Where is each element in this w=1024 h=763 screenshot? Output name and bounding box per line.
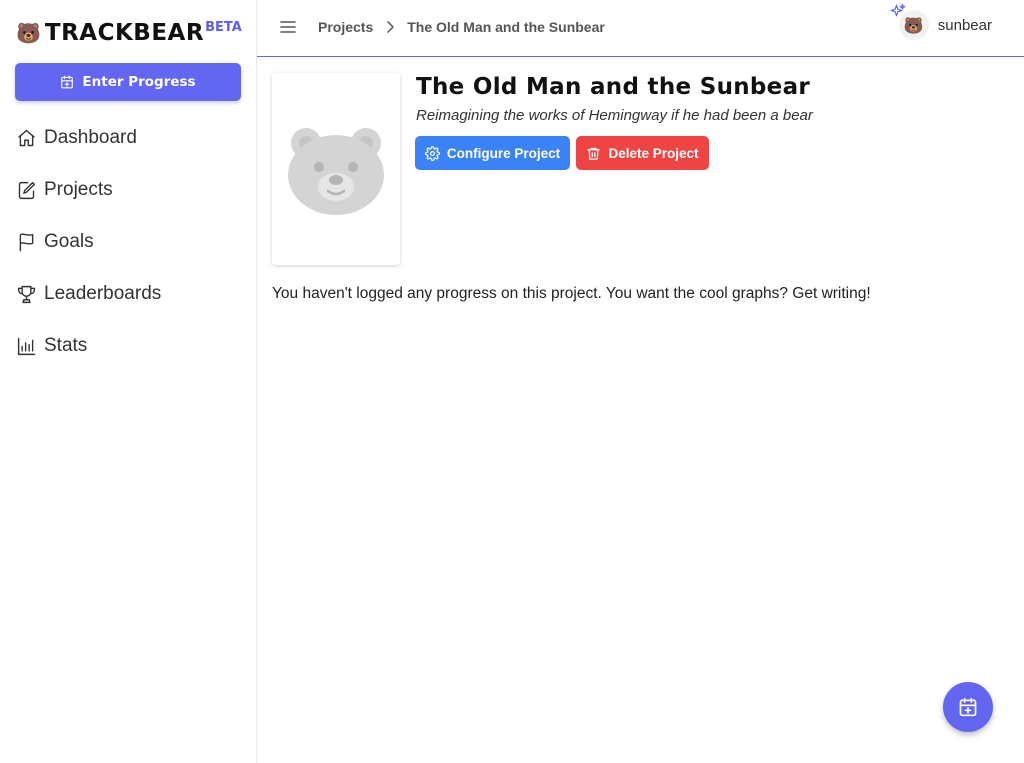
project-description: Reimagining the works of Hemingway if he… (416, 107, 813, 124)
sparkle-icon (890, 3, 906, 17)
app-logo[interactable]: 🐻 TRACKBEAR BETA (16, 18, 242, 48)
flag-icon (15, 231, 37, 253)
project-cover-image (272, 73, 400, 265)
sidebar-item-dashboard[interactable]: Dashboard (15, 112, 245, 164)
edit-icon (15, 179, 37, 201)
delete-project-button[interactable]: Delete Project (576, 136, 709, 170)
avatar: 🐻 (890, 3, 929, 40)
delete-project-label: Delete Project (608, 145, 699, 161)
sidebar-item-label: Stats (44, 335, 88, 356)
user-avatar-emoji: 🐻 (903, 15, 924, 35)
trophy-icon (15, 283, 37, 305)
empty-progress-message: You haven't logged any progress on this … (272, 285, 871, 302)
chevron-right-icon (385, 20, 395, 34)
bear-logo-icon: 🐻 (16, 21, 41, 45)
sidebar: 🐻 TRACKBEAR BETA Enter Progress Dashboar… (0, 0, 257, 763)
sidebar-item-leaderboards[interactable]: Leaderboards (15, 268, 245, 320)
menu-icon[interactable] (279, 18, 297, 36)
sidebar-item-projects[interactable]: Projects (15, 164, 245, 216)
bear-placeholder-icon (288, 128, 384, 215)
gear-icon (424, 145, 440, 161)
user-menu[interactable]: 🐻 sunbear (890, 3, 992, 40)
calendar-plus-icon (61, 75, 74, 89)
username: sunbear (937, 16, 992, 34)
top-header: Projects The Old Man and the Sunbear 🐻 s… (257, 0, 1024, 57)
breadcrumb-projects[interactable]: Projects (318, 19, 373, 35)
sidebar-nav: Dashboard Projects Goals Leaderboards St… (15, 112, 245, 372)
sidebar-item-label: Projects (44, 179, 113, 200)
sidebar-item-label: Dashboard (44, 127, 137, 148)
project-title: The Old Man and the Sunbear (416, 74, 811, 100)
app-name: TRACKBEAR (44, 20, 205, 46)
sidebar-item-label: Goals (44, 231, 94, 252)
beta-badge: BETA (205, 20, 242, 35)
breadcrumb-current: The Old Man and the Sunbear (407, 19, 605, 35)
sidebar-item-stats[interactable]: Stats (15, 320, 245, 372)
calendar-plus-icon (959, 697, 977, 717)
configure-project-button[interactable]: Configure Project (415, 136, 570, 170)
trash-icon (587, 147, 601, 160)
bar-chart-icon (15, 335, 37, 357)
breadcrumb: Projects The Old Man and the Sunbear (318, 19, 605, 35)
sidebar-item-label: Leaderboards (44, 283, 162, 304)
enter-progress-button[interactable]: Enter Progress (15, 63, 241, 101)
home-icon (15, 127, 37, 149)
enter-progress-label: Enter Progress (82, 74, 196, 90)
sidebar-item-goals[interactable]: Goals (15, 216, 245, 268)
configure-project-label: Configure Project (446, 145, 561, 161)
floating-add-progress-button[interactable] (943, 682, 993, 732)
